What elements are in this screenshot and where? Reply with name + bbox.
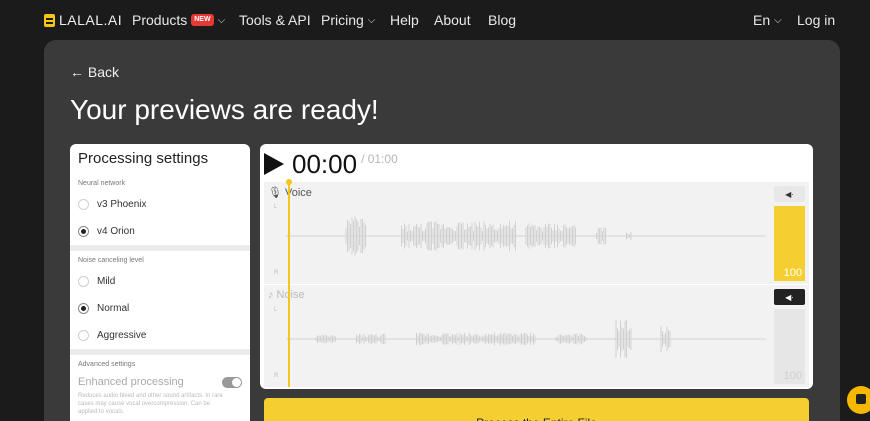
language-label: En [753, 12, 771, 28]
nav-products[interactable]: Products NEW ⌵ [132, 12, 225, 28]
option-v3-phoenix[interactable]: v3 Phoenix [78, 191, 242, 218]
language-selector[interactable]: En ⌵ [753, 12, 782, 28]
right-channel-label: R [274, 373, 279, 379]
noise-level-section: Noise canceling level Mild Normal Aggres… [70, 251, 250, 349]
speaker-icon: ◀· [785, 189, 794, 199]
nav-help[interactable]: Help [390, 12, 419, 28]
noise-volume-slider[interactable]: 100 [774, 309, 805, 384]
radio-selected-icon [78, 226, 89, 237]
logo-text: LALAL.AI [59, 12, 123, 28]
nav-about[interactable]: About [434, 12, 471, 28]
noise-waveform [286, 319, 766, 359]
enhanced-processing-row: Enhanced processing [78, 376, 242, 388]
preview-player: 00:00 / 01:00 🎙 Voice L R ◀· 100 ♪ Noise [260, 144, 813, 389]
right-channel-label: R [274, 270, 279, 276]
chat-icon[interactable] [847, 386, 870, 414]
page-title: Your previews are ready! [70, 94, 379, 125]
nav-pricing[interactable]: Pricing ⌵ [321, 12, 375, 28]
top-nav: LALAL.AI Products NEW ⌵ Tools & API Pric… [0, 0, 870, 40]
nav-tools[interactable]: Tools & API [239, 12, 311, 28]
microphone-icon: 🎙 [268, 187, 282, 199]
logo-icon [44, 13, 55, 27]
neural-network-section: Neural network v3 Phoenix v4 Orion [70, 174, 250, 245]
settings-title: Processing settings [78, 150, 209, 167]
voice-waveform [286, 216, 766, 256]
option-normal[interactable]: Normal [78, 295, 242, 322]
left-channel-label: L [274, 307, 278, 313]
advanced-section: Advanced settings Enhanced processing Re… [70, 355, 250, 416]
noise-level-label: Noise canceling level [78, 257, 144, 264]
enhanced-toggle[interactable] [222, 376, 242, 388]
option-label: Aggressive [97, 330, 147, 341]
nav-blog[interactable]: Blog [488, 12, 516, 28]
logo[interactable]: LALAL.AI [44, 12, 122, 28]
option-label: v3 Phoenix [97, 199, 147, 210]
nav-products-label: Products [132, 12, 188, 28]
playhead[interactable] [286, 179, 292, 387]
voice-mute-button[interactable]: ◀· [774, 186, 805, 202]
voice-track[interactable]: 🎙 Voice L R ◀· 100 [264, 182, 809, 284]
nav-pricing-label: Pricing [321, 12, 364, 28]
radio-icon [78, 276, 89, 287]
processing-settings-card: Processing settings Neural network v3 Ph… [70, 144, 250, 421]
option-label: v4 Orion [97, 226, 135, 237]
radio-icon [78, 330, 89, 341]
neural-network-label: Neural network [78, 180, 126, 187]
volume-value: 100 [783, 370, 802, 382]
option-label: Normal [97, 303, 130, 314]
chevron-down-icon: ⌵ [367, 14, 376, 26]
voice-volume-slider[interactable]: 100 [774, 206, 805, 281]
music-note-icon: ♪ [268, 289, 274, 301]
option-mild[interactable]: Mild [78, 268, 242, 295]
left-channel-label: L [274, 204, 278, 210]
radio-icon [78, 199, 89, 210]
enhanced-description: Reduces audio bleed and other sound arti… [78, 393, 223, 415]
speaker-muted-icon: ◀· [785, 292, 794, 302]
noise-track[interactable]: ♪ Noise L R ◀· 100 [264, 285, 809, 387]
back-link[interactable]: ← Back [70, 64, 119, 80]
main-panel: ← Back Your previews are ready! Processi… [44, 40, 840, 421]
enhanced-label: Enhanced processing [78, 376, 184, 388]
chevron-down-icon: ⌵ [774, 14, 782, 26]
current-time: 00:00 [292, 149, 358, 179]
noise-mute-button[interactable]: ◀· [774, 289, 805, 305]
chevron-down-icon: ⌵ [217, 14, 226, 26]
new-badge: NEW [191, 14, 214, 26]
play-icon[interactable] [264, 153, 284, 175]
total-time: / 01:00 [361, 152, 398, 166]
player-header: 00:00 / 01:00 [264, 148, 398, 178]
advanced-label: Advanced settings [78, 361, 136, 368]
option-label: Mild [97, 276, 116, 287]
option-aggressive[interactable]: Aggressive [78, 322, 242, 349]
login-link[interactable]: Log in [797, 12, 835, 28]
process-entire-file-button[interactable]: Process the Entire File [264, 398, 809, 421]
volume-value: 100 [783, 267, 802, 279]
option-v4-orion[interactable]: v4 Orion [78, 218, 242, 245]
radio-selected-icon [78, 303, 89, 314]
